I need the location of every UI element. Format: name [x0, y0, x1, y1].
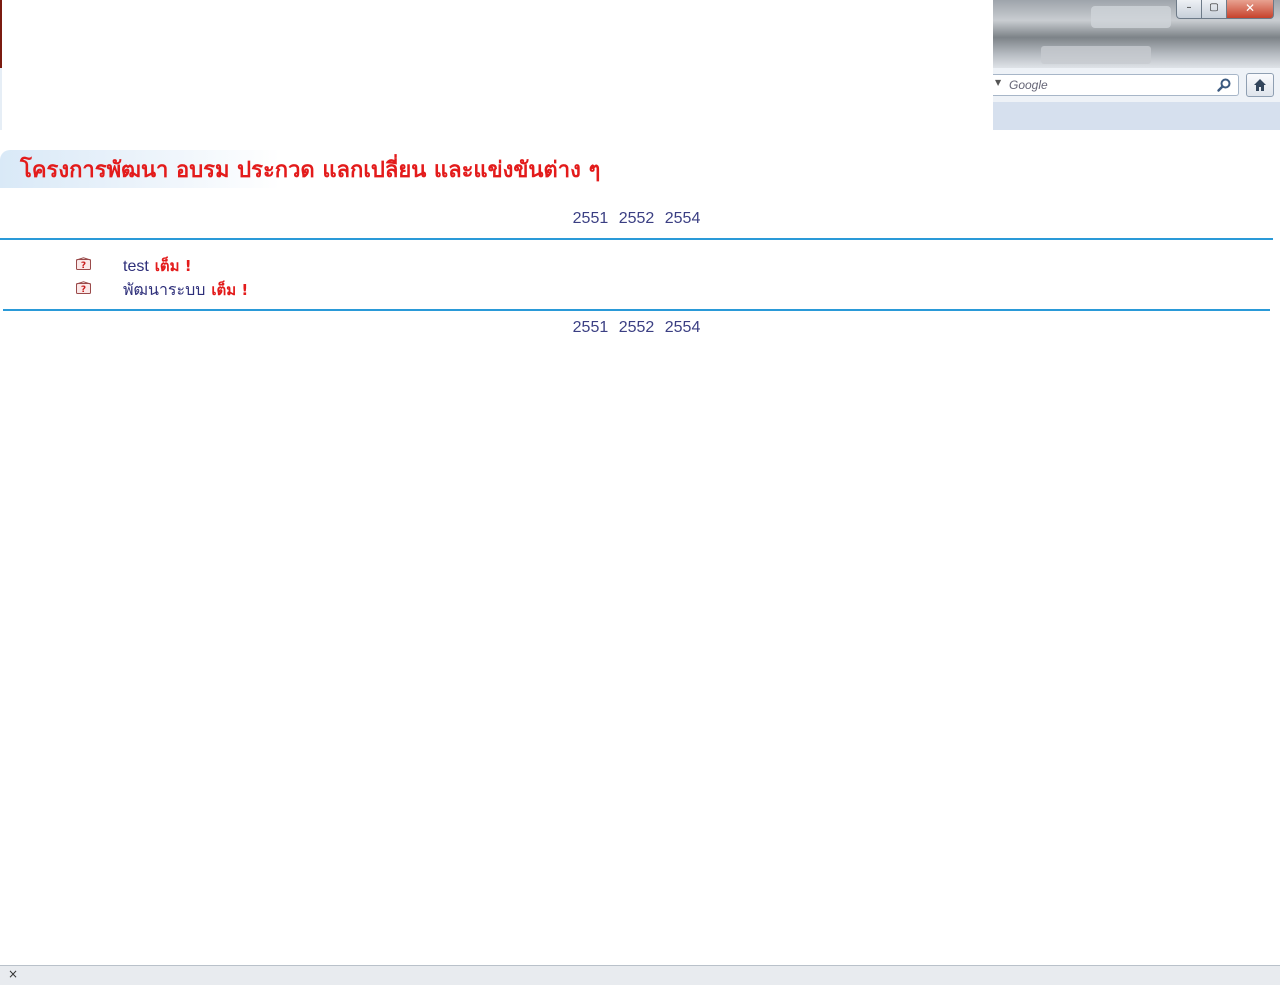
item-link[interactable]: พัฒนาระบบ เต็ม !	[123, 278, 248, 303]
divider-bottom	[3, 309, 1270, 311]
page-title: โครงการพัฒนา อบรม ประกวด แลกเปลี่ยน และแ…	[20, 158, 601, 183]
year-link[interactable]: 2551	[573, 210, 609, 227]
maximize-button[interactable]: ▢	[1201, 0, 1227, 19]
search-input[interactable]: ▼ Google	[993, 74, 1239, 96]
full-badge: เต็ม !	[154, 257, 192, 275]
search-engine-dropdown-icon[interactable]: ▼	[995, 78, 1001, 87]
home-button[interactable]	[1246, 73, 1274, 97]
item-label: test	[123, 258, 149, 275]
item-link[interactable]: test เต็ม !	[123, 254, 192, 278]
search-placeholder: Google	[1009, 78, 1048, 92]
home-icon	[1254, 79, 1266, 91]
search-icon[interactable]	[1216, 77, 1232, 93]
year-link[interactable]: 2552	[619, 319, 655, 336]
year-nav-bottom: 2551 2552 2554	[0, 319, 1273, 337]
full-badge: เต็ม !	[211, 281, 249, 299]
year-link[interactable]: 2554	[665, 319, 701, 336]
svg-text:?: ?	[81, 261, 86, 270]
item-label: พัฒนาระบบ	[123, 282, 206, 299]
browser-toolbar: – ▢ ✕ ▼ Google	[993, 0, 1280, 130]
status-bar: ×	[0, 965, 1280, 985]
year-link[interactable]: 2554	[665, 210, 701, 227]
year-nav-top: 2551 2552 2554	[0, 210, 1273, 228]
divider-top	[0, 238, 1273, 240]
window-left-edge-accent	[0, 0, 2, 68]
svg-text:?: ?	[81, 285, 86, 294]
close-bar-button[interactable]: ×	[8, 967, 18, 981]
help-icon: ?	[76, 281, 91, 294]
blurred-tab	[1091, 6, 1171, 28]
close-window-button[interactable]: ✕	[1226, 0, 1274, 19]
year-link[interactable]: 2552	[619, 210, 655, 227]
minimize-button[interactable]: –	[1176, 0, 1202, 19]
year-link[interactable]: 2551	[573, 319, 609, 336]
help-icon: ?	[76, 257, 91, 270]
blurred-bookmark	[1041, 46, 1151, 64]
